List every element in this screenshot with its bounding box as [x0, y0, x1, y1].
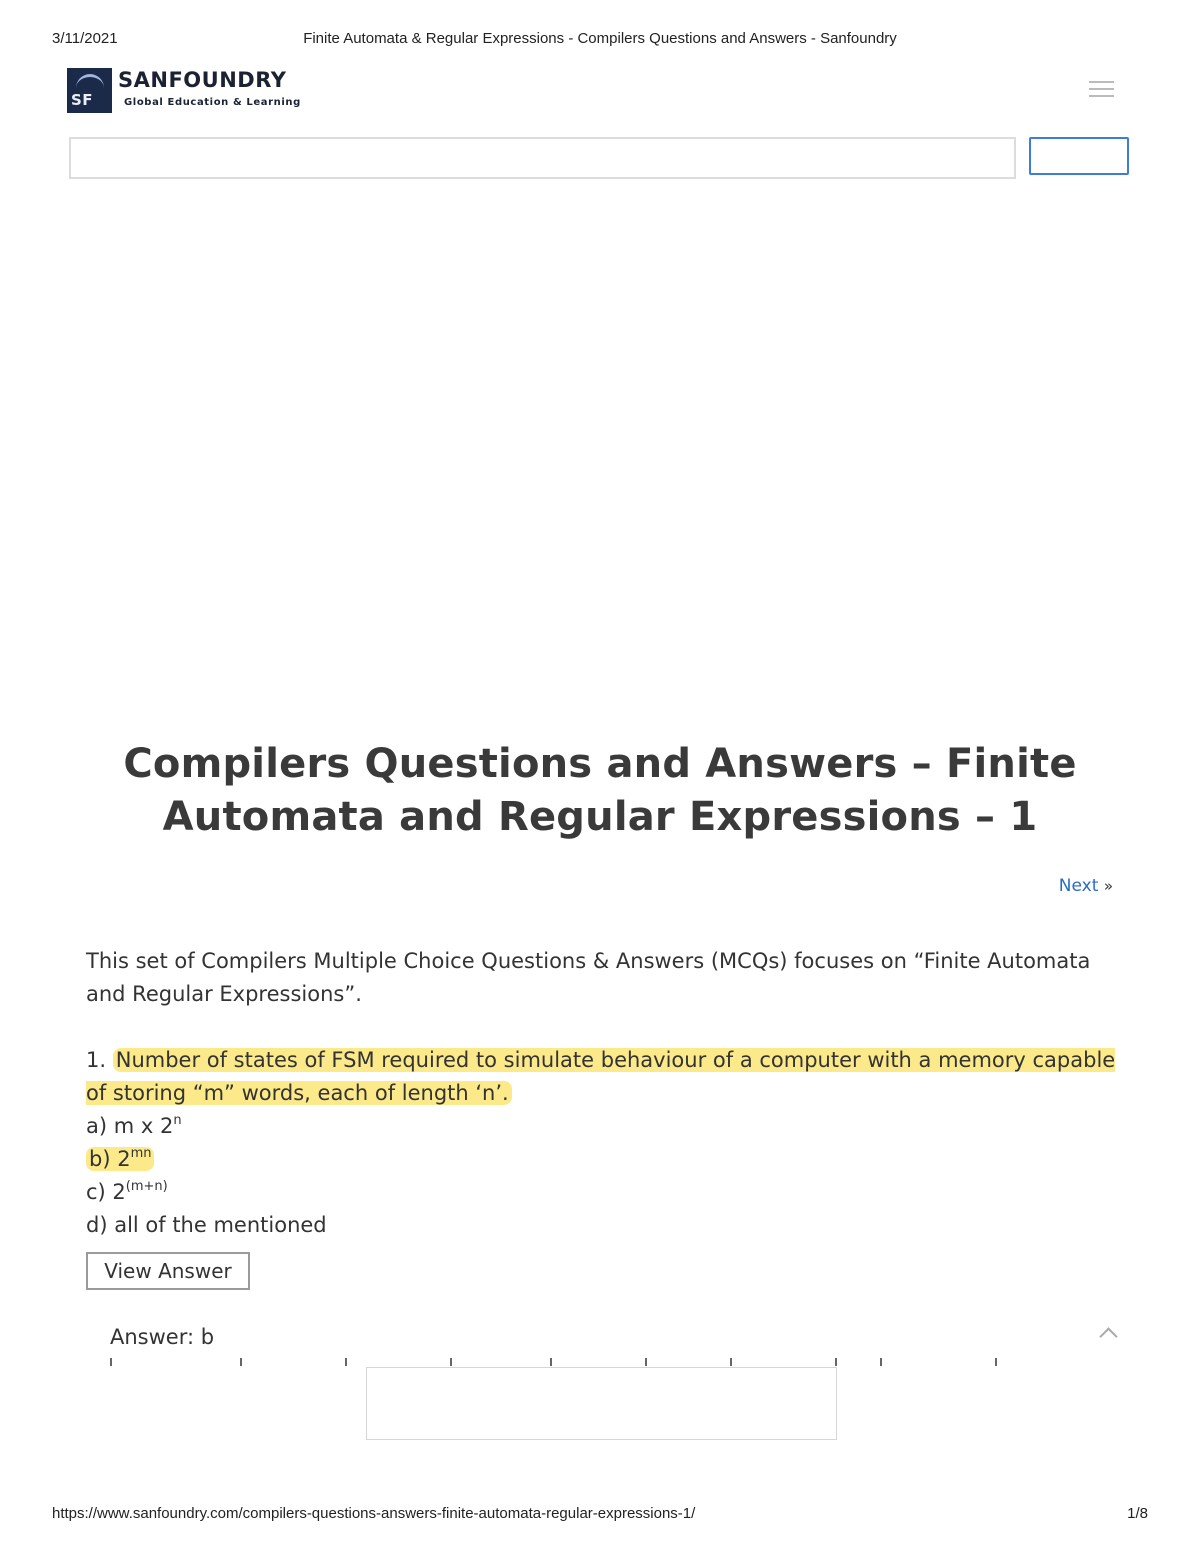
intro-text: This set of Compilers Multiple Choice Qu…	[86, 949, 1091, 1006]
view-answer-button[interactable]: View Answer	[86, 1252, 250, 1290]
print-header: 3/11/2021 Finite Automata & Regular Expr…	[52, 30, 1148, 50]
question-1: 1. Number of states of FSM required to s…	[86, 1044, 1120, 1110]
question-number: 1.	[86, 1048, 107, 1072]
site-name: SANFOUNDRY	[118, 68, 287, 92]
search-input[interactable]	[69, 137, 1016, 179]
print-footer: https://www.sanfoundry.com/compilers-que…	[52, 1505, 1148, 1525]
answer-text: Answer: b	[110, 1325, 215, 1349]
article-content: This set of Compilers Multiple Choice Qu…	[86, 945, 1120, 1242]
option-a: a) m x 2n	[86, 1113, 182, 1138]
print-page-title: Finite Automata & Regular Expressions - …	[303, 30, 897, 47]
next-page-link[interactable]: Next »	[1059, 876, 1113, 896]
print-page-number: 1/8	[1127, 1505, 1148, 1522]
option-c: c) 2(m+n)	[86, 1179, 168, 1204]
book-icon	[76, 74, 104, 91]
ad-placeholder	[366, 1367, 837, 1440]
logo-mark: SF	[67, 68, 112, 113]
answer-options: a) m x 2n b) 2mn c) 2(m+n) d) all of the…	[86, 1110, 1120, 1242]
print-url: https://www.sanfoundry.com/compilers-que…	[52, 1505, 696, 1522]
hamburger-menu-icon[interactable]	[1089, 81, 1114, 99]
page-title: Compilers Questions and Answers – Finite…	[123, 741, 1077, 840]
next-link-label: Next	[1058, 876, 1099, 896]
search-button[interactable]	[1029, 137, 1129, 175]
site-tagline: Global Education & Learning	[124, 97, 301, 108]
logo-mark-text: SF	[71, 91, 94, 109]
question-text: Number of states of FSM required to simu…	[86, 1048, 1116, 1105]
site-logo[interactable]: SF SANFOUNDRY Global Education & Learnin…	[67, 68, 327, 114]
next-arrow-icon: »	[1103, 877, 1113, 895]
option-b: b) 2mn	[86, 1143, 1120, 1176]
option-d: d) all of the mentioned	[86, 1213, 327, 1237]
truncated-explanation	[110, 1356, 1030, 1366]
chevron-up-icon[interactable]	[1099, 1327, 1118, 1346]
